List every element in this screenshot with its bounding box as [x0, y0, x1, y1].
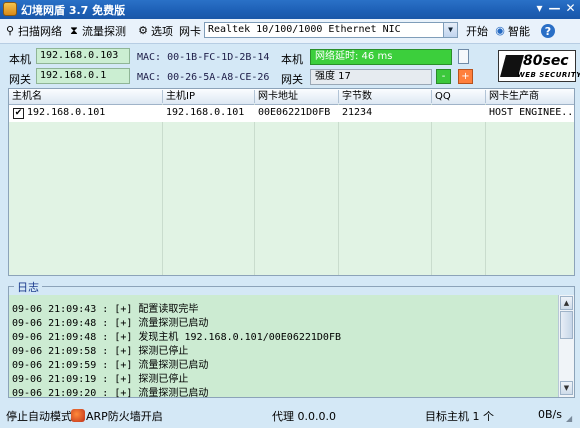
- right-local-label: 本机: [281, 53, 303, 66]
- column-divider: [162, 104, 163, 275]
- local-label: 本机: [9, 53, 31, 66]
- chevron-down-icon[interactable]: ▼: [443, 23, 457, 37]
- traffic-detect-button[interactable]: ⧗ 流量探测: [68, 24, 126, 39]
- col-vendor[interactable]: 网卡生产商: [486, 90, 574, 103]
- log-line: 09-06 21:09:48 : [+] 流量探测已启动: [12, 318, 209, 329]
- strength-field: 强度 17: [310, 69, 432, 85]
- local-mac: MAC: 00-1B-FC-1D-2B-14: [137, 52, 270, 63]
- menu-dropdown-icon[interactable]: ▾: [532, 2, 547, 16]
- table-row[interactable]: ✔ 192.168.0.101 192.168.0.101 00E06221D0…: [9, 105, 574, 122]
- col-hostname[interactable]: 主机名: [9, 90, 163, 103]
- row-checkbox[interactable]: ✔: [13, 108, 24, 119]
- firewall-icon: [71, 409, 85, 422]
- network-info-panel: 本机 192.168.0.103 MAC: 00-1B-FC-1D-2B-14 …: [0, 44, 580, 86]
- smart-button[interactable]: ◉ 智能: [494, 24, 530, 39]
- right-gateway-label: 网关: [281, 73, 303, 86]
- title-bar: 幻境网盾 3.7 免费版 ▾ — ✕: [0, 0, 580, 19]
- col-bytes[interactable]: 字节数: [339, 90, 432, 103]
- log-line: 09-06 21:09:48 : [+] 发现主机 192.168.0.101/…: [12, 332, 341, 343]
- log-line: 09-06 21:09:20 : [+] 流量探测已启动: [12, 388, 209, 399]
- cell-host-ip: 192.168.0.101: [166, 107, 245, 118]
- gateway-mac: MAC: 00-26-5A-A8-CE-26: [137, 72, 270, 83]
- scroll-down-icon[interactable]: ▼: [560, 381, 573, 395]
- gateway-ip-field: 192.168.0.1: [36, 68, 130, 84]
- smart-icon: ◉: [495, 24, 505, 37]
- column-divider: [338, 104, 339, 275]
- log-line: 09-06 21:09:19 : [+] 探测已停止: [12, 374, 189, 385]
- cell-vendor: HOST ENGINEE...: [489, 107, 573, 118]
- log-line: 09-06 21:09:43 : [+] 配置读取完毕: [12, 304, 199, 315]
- options-button[interactable]: ⚙ 选项: [137, 24, 173, 39]
- latency-slider-handle[interactable]: [458, 49, 469, 64]
- scroll-thumb[interactable]: [560, 311, 573, 339]
- hosts-table[interactable]: 主机名 主机IP 网卡地址 字节数 QQ 网卡生产商 ✔ 192.168.0.1…: [8, 88, 575, 276]
- hosts-table-header: 主机名 主机IP 网卡地址 字节数 QQ 网卡生产商: [9, 89, 574, 105]
- col-host-ip[interactable]: 主机IP: [163, 90, 255, 103]
- target-host-count: 目标主机 1 个: [425, 410, 494, 423]
- log-panel: 09-06 21:09:43 : [+] 配置读取完毕 09-06 21:09:…: [8, 286, 575, 399]
- col-mac[interactable]: 网卡地址: [255, 90, 339, 103]
- column-divider: [485, 104, 486, 275]
- log-title: 日志: [14, 279, 42, 295]
- brand-tagline: WEB SECURITY: [517, 71, 580, 79]
- cell-hostname: 192.168.0.101: [27, 107, 106, 118]
- log-scrollbar[interactable]: ▲ ▼: [558, 295, 574, 397]
- hourglass-icon: ⧗: [70, 24, 78, 37]
- brand-name: 80sec: [523, 53, 569, 69]
- nic-select-value: Realtek 10/100/1000 Ethernet NIC: [208, 24, 401, 35]
- local-ip-field: 192.168.0.103: [36, 48, 130, 64]
- strength-minus-button[interactable]: -: [436, 69, 451, 84]
- smart-label: 智能: [508, 25, 530, 38]
- log-text-area[interactable]: 09-06 21:09:43 : [+] 配置读取完毕 09-06 21:09:…: [9, 295, 558, 399]
- strength-plus-button[interactable]: +: [458, 69, 473, 84]
- magnifier-icon: ⚲: [5, 24, 15, 37]
- cell-mac: 00E06221D0FB: [258, 107, 331, 118]
- nic-label: 网卡: [179, 25, 201, 38]
- column-divider: [254, 104, 255, 275]
- latency-bar: 网络延时: 46 ms: [310, 49, 452, 65]
- scroll-up-icon[interactable]: ▲: [560, 296, 573, 310]
- brand-logo: 80sec WEB SECURITY: [498, 50, 580, 82]
- speed-indicator: 0B/s: [538, 408, 562, 421]
- gear-icon: ⚙: [138, 24, 148, 37]
- close-button[interactable]: ✕: [563, 2, 578, 16]
- options-label: 选项: [151, 25, 173, 38]
- scan-network-label: 扫描网络: [18, 25, 62, 38]
- log-line: 09-06 21:09:59 : [+] 流量探测已启动: [12, 360, 209, 371]
- arp-firewall-status[interactable]: ARP防火墙开启: [86, 408, 163, 424]
- gateway-label: 网关: [9, 73, 31, 86]
- nic-select[interactable]: Realtek 10/100/1000 Ethernet NIC ▼: [204, 22, 458, 38]
- status-bar: 停止自动模式 ARP防火墙开启 代理 0.0.0.0 目标主机 1 个 0B/s…: [0, 404, 580, 428]
- log-line: 09-06 21:09:58 : [+] 探测已停止: [12, 346, 189, 357]
- col-qq[interactable]: QQ: [432, 90, 486, 103]
- scan-network-button[interactable]: ⚲ 扫描网络: [4, 24, 62, 39]
- resize-grip-icon[interactable]: ◢: [566, 414, 576, 424]
- traffic-detect-label: 流量探测: [82, 25, 126, 38]
- cell-bytes: 21234: [342, 107, 373, 118]
- auto-mode-toggle[interactable]: 停止自动模式: [6, 408, 72, 424]
- proxy-status: 代理 0.0.0.0: [272, 410, 336, 423]
- start-button[interactable]: 开始: [466, 24, 488, 38]
- column-divider: [431, 104, 432, 275]
- window-title: 幻境网盾 3.7 免费版: [21, 4, 126, 17]
- toolbar: ⚲ 扫描网络 ⧗ 流量探测 ⚙ 选项 网卡 Realtek 10/100/100…: [0, 19, 580, 44]
- help-icon[interactable]: ?: [541, 24, 555, 38]
- minimize-button[interactable]: —: [547, 2, 562, 16]
- app-logo-icon: [3, 2, 17, 16]
